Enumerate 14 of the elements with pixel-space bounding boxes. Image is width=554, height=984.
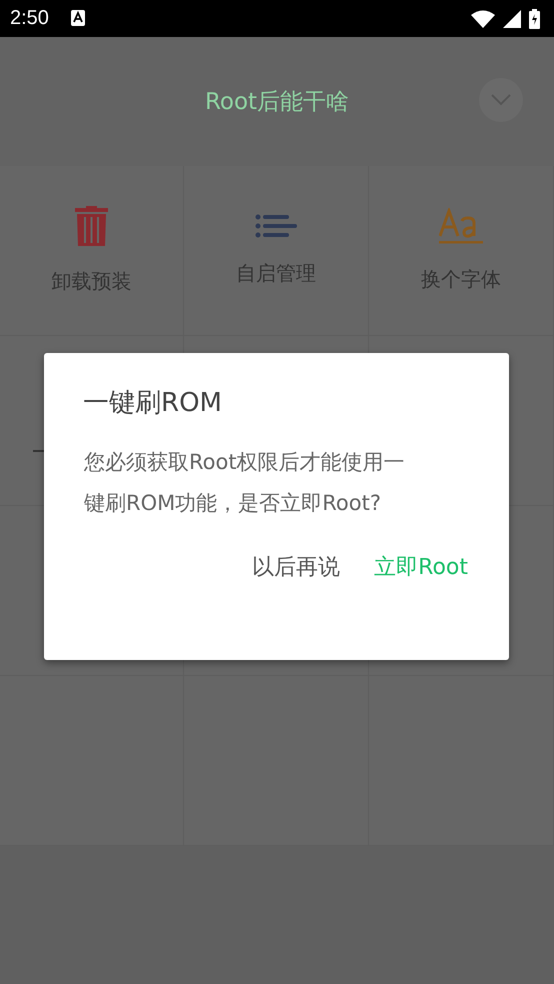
status-time: 2:50: [10, 7, 49, 30]
trash-icon: [75, 206, 108, 246]
keyboard-notification-icon: [70, 10, 85, 26]
list-icon: [255, 214, 297, 238]
signal-icon: [503, 10, 521, 28]
confirm-button[interactable]: 立即Root: [370, 546, 472, 588]
dialog-message: 您必须获取Root权限后才能使用一键刷ROM功能，是否立即Root?: [84, 449, 406, 517]
cancel-button[interactable]: 以后再说: [248, 546, 344, 588]
wifi-icon: [471, 10, 495, 28]
battery-icon: [529, 8, 540, 28]
dash-icon: [33, 450, 45, 452]
font-icon: [439, 208, 483, 244]
page-title: Root后能干啥: [204, 88, 350, 117]
dialog-title: 一键刷ROM: [83, 387, 223, 420]
